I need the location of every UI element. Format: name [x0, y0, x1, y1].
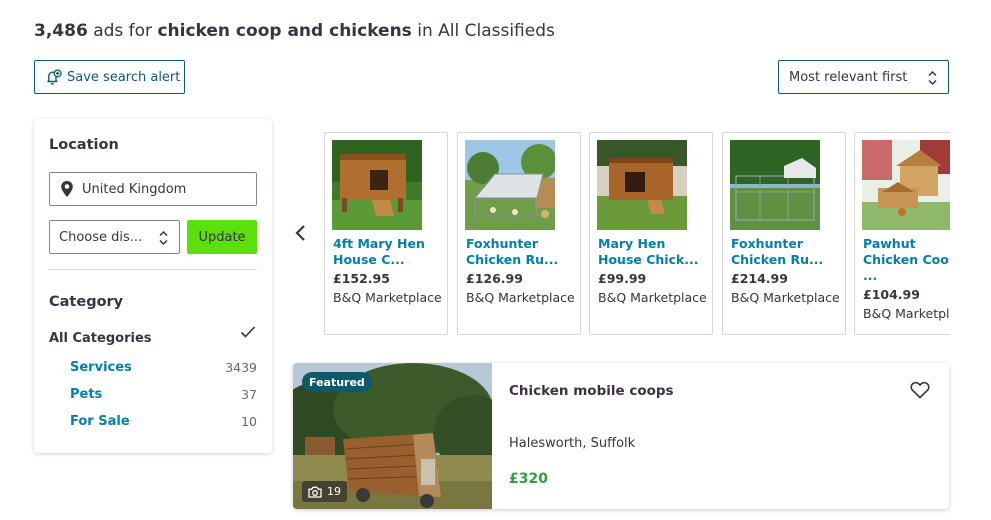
photo-count: 19 — [327, 485, 341, 498]
category-count: 10 — [241, 414, 257, 429]
listing-card[interactable]: Featured 19 Chicken mobile coops Haleswo… — [293, 363, 949, 509]
bell-plus-icon — [47, 68, 62, 85]
product-seller: B&Q Marketplace — [863, 306, 950, 321]
product-image — [332, 140, 422, 230]
category-all[interactable]: All Categories — [49, 331, 152, 346]
product-price: £152.95 — [333, 271, 390, 286]
product-seller: B&Q Marketplace — [731, 290, 840, 305]
listing-location: Halesworth, Suffolk — [509, 436, 636, 451]
listing-title[interactable]: Chicken mobile coops — [509, 383, 674, 399]
product-image — [465, 140, 555, 230]
product-image — [862, 140, 950, 230]
product-seller: B&Q Marketplace — [333, 290, 442, 305]
favourite-heart-icon[interactable] — [910, 381, 930, 399]
product-title: Pawhut Chicken Coop ... — [863, 236, 950, 283]
search-query: chicken coop and chickens — [157, 21, 412, 41]
search-scope: All Classifieds — [438, 21, 555, 41]
location-input[interactable]: United Kingdom — [49, 172, 257, 206]
save-search-alert-label: Save search alert — [67, 69, 181, 85]
product-price: £126.99 — [466, 271, 523, 286]
location-value: United Kingdom — [82, 181, 187, 197]
category-item-for-sale[interactable]: For Sale 10 — [70, 414, 257, 432]
category-name: Pets — [70, 387, 103, 402]
location-heading: Location — [49, 137, 119, 153]
carousel-prev-chevron-left-icon[interactable] — [292, 222, 310, 244]
product-carousel: 4ft Mary Hen House C... £152.95 B&Q Mark… — [324, 132, 950, 336]
carousel-item[interactable]: Pawhut Chicken Coop ... £104.99 B&Q Mark… — [854, 132, 950, 335]
distance-value: Choose dis... — [59, 229, 143, 245]
sort-value: Most relevant first — [789, 69, 908, 85]
category-name: For Sale — [70, 414, 130, 429]
listing-photo[interactable]: Featured 19 — [293, 363, 492, 509]
up-down-arrows-icon — [928, 70, 937, 86]
product-seller: B&Q Marketplace — [466, 290, 575, 305]
carousel-item[interactable]: Foxhunter Chicken Ru... £214.99 B&Q Mark… — [722, 132, 846, 335]
product-image — [730, 140, 820, 230]
update-button[interactable]: Update — [187, 220, 257, 254]
results-in: in — [417, 21, 433, 41]
product-price: £104.99 — [863, 287, 920, 302]
category-count: 3439 — [225, 360, 257, 375]
results-ads-for: ads for — [93, 21, 153, 41]
category-heading: Category — [49, 294, 124, 310]
carousel-item[interactable]: Foxhunter Chicken Ru... £126.99 B&Q Mark… — [457, 132, 581, 335]
up-down-arrows-icon — [159, 230, 168, 246]
featured-badge: Featured — [302, 372, 372, 392]
sort-dropdown[interactable]: Most relevant first — [778, 60, 949, 94]
category-name: Services — [70, 360, 132, 375]
photo-count-badge: 19 — [302, 481, 347, 502]
distance-dropdown[interactable]: Choose dis... — [49, 220, 180, 254]
results-count: 3,486 — [34, 21, 88, 41]
product-price: £214.99 — [731, 271, 788, 286]
checkmark-icon — [240, 326, 256, 338]
map-pin-icon — [61, 181, 73, 197]
product-title: Foxhunter Chicken Ru... — [731, 236, 824, 267]
filter-divider — [49, 269, 257, 270]
filter-panel: Location United Kingdom Choose dis... Up… — [34, 119, 272, 453]
product-price: £99.99 — [598, 271, 647, 286]
category-item-services[interactable]: Services 3439 — [70, 360, 257, 378]
product-seller: B&Q Marketplace — [598, 290, 707, 305]
product-title: Mary Hen House Chick... — [598, 236, 699, 267]
product-title: Foxhunter Chicken Ru... — [466, 236, 559, 267]
carousel-item[interactable]: Mary Hen House Chick... £99.99 B&Q Marke… — [589, 132, 713, 335]
category-item-pets[interactable]: Pets 37 — [70, 387, 257, 405]
listing-price: £320 — [509, 471, 548, 487]
product-title: 4ft Mary Hen House C... — [333, 236, 425, 267]
results-headline: 3,486 ads for chicken coop and chickens … — [34, 21, 555, 41]
save-search-alert-button[interactable]: Save search alert — [34, 60, 185, 94]
product-image — [597, 140, 687, 230]
camera-icon — [308, 486, 322, 498]
carousel-item[interactable]: 4ft Mary Hen House C... £152.95 B&Q Mark… — [324, 132, 448, 335]
category-count: 37 — [241, 387, 257, 402]
